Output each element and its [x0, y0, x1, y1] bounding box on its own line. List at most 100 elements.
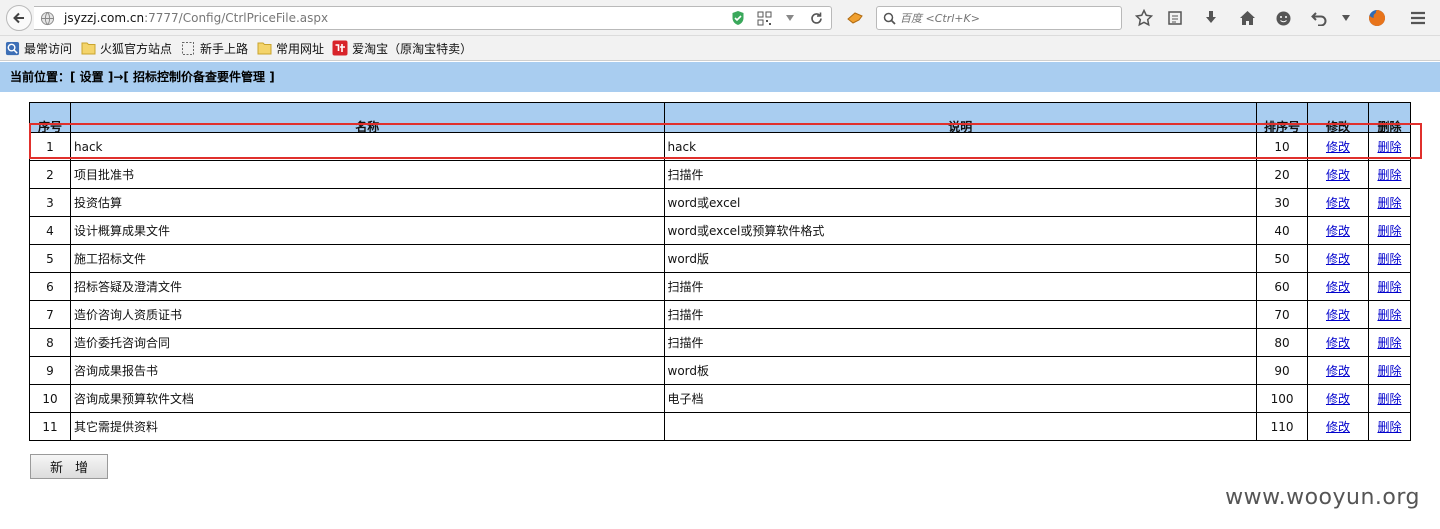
edit-link[interactable]: 修改	[1326, 308, 1350, 322]
delete-link[interactable]: 删除	[1377, 392, 1401, 406]
download-icon[interactable]	[1200, 7, 1222, 29]
cell-desc: 扫描件	[663, 300, 1258, 329]
search-icon	[883, 12, 896, 25]
url-path: :7777/Config/CtrlPriceFile.aspx	[144, 11, 329, 25]
bookmark-star-icon[interactable]	[1133, 7, 1155, 29]
qrcode-icon[interactable]	[755, 9, 773, 27]
delete-link[interactable]: 删除	[1377, 168, 1401, 182]
bookmarks-bar: 最常访问 火狐官方站点 新手上路 常用网址 爱淘宝（原淘宝特卖）	[0, 36, 1440, 61]
delete-link[interactable]: 删除	[1377, 224, 1401, 238]
cell-edit: 修改	[1307, 384, 1369, 413]
table-row: 4 设计概算成果文件 word或excel或预算软件格式 40 修改 删除	[29, 216, 1412, 245]
firefox-icon[interactable]	[1366, 7, 1388, 29]
cell-desc: 扫描件	[663, 160, 1258, 189]
edit-link[interactable]: 修改	[1326, 392, 1350, 406]
bookmark-label: 火狐官方站点	[100, 41, 173, 56]
url-text[interactable]: jsyzzj.com.cn:7777/Config/CtrlPriceFile.…	[64, 11, 328, 25]
bookmark-item[interactable]: 新手上路	[180, 40, 248, 57]
table-row: 10 咨询成果预算软件文档 电子档 100 修改 删除	[29, 384, 1412, 413]
globe-icon	[4, 40, 20, 56]
shield-icon[interactable]	[729, 9, 747, 27]
reading-list-icon[interactable]	[1164, 7, 1186, 29]
bookmark-item[interactable]: 爱淘宝（原淘宝特卖）	[332, 40, 472, 57]
cell-no: 9	[29, 356, 71, 385]
bookmark-item[interactable]: 火狐官方站点	[80, 40, 172, 57]
cell-delete: 删除	[1367, 384, 1412, 413]
delete-link[interactable]: 删除	[1377, 308, 1401, 322]
cell-sort: 100	[1256, 384, 1309, 413]
delete-link[interactable]: 删除	[1377, 364, 1401, 378]
delete-link[interactable]: 删除	[1377, 140, 1401, 154]
delete-link[interactable]: 删除	[1377, 252, 1401, 266]
cell-delete: 删除	[1367, 188, 1412, 217]
delete-link[interactable]: 删除	[1377, 420, 1401, 434]
bookmark-label: 新手上路	[200, 41, 249, 56]
delete-link[interactable]: 删除	[1377, 280, 1401, 294]
chat-icon[interactable]	[1272, 7, 1294, 29]
table-row: 6 招标答疑及澄清文件 扫描件 60 修改 删除	[29, 272, 1412, 301]
cell-name: 造价咨询人资质证书	[69, 300, 665, 329]
cell-desc: 扫描件	[663, 328, 1258, 357]
cell-name: 项目批准书	[69, 160, 665, 189]
header-name: 名称	[69, 102, 665, 133]
bookmark-item[interactable]: 常用网址	[256, 40, 324, 57]
cell-desc: word板	[663, 356, 1258, 385]
cell-delete: 删除	[1367, 412, 1412, 441]
delete-link[interactable]: 删除	[1377, 336, 1401, 350]
edit-link[interactable]: 修改	[1326, 224, 1350, 238]
edit-link[interactable]: 修改	[1326, 280, 1350, 294]
url-host: jsyzzj.com.cn	[64, 11, 145, 25]
dropdown-arrow-icon[interactable]	[781, 9, 799, 27]
table-row: 9 咨询成果报告书 word板 90 修改 删除	[29, 356, 1412, 385]
cell-delete: 删除	[1367, 132, 1412, 161]
cell-edit: 修改	[1307, 188, 1369, 217]
search-input[interactable]	[900, 8, 1100, 28]
cell-edit: 修改	[1307, 244, 1369, 273]
cell-sort: 60	[1256, 272, 1309, 301]
cell-delete: 删除	[1367, 244, 1412, 273]
edit-link[interactable]: 修改	[1326, 140, 1350, 154]
addon-bird-icon[interactable]	[844, 7, 866, 29]
cell-sort: 110	[1256, 412, 1309, 441]
table-row: 2 项目批准书 扫描件 20 修改 删除	[29, 160, 1412, 189]
reload-icon[interactable]	[807, 9, 825, 27]
edit-link[interactable]: 修改	[1326, 336, 1350, 350]
edit-link[interactable]: 修改	[1326, 252, 1350, 266]
cell-name: 设计概算成果文件	[69, 216, 665, 245]
cell-desc: hack	[663, 132, 1258, 161]
cell-delete: 删除	[1367, 300, 1412, 329]
cell-desc: 电子档	[663, 384, 1258, 413]
folder-icon	[80, 40, 96, 56]
edit-link[interactable]: 修改	[1326, 364, 1350, 378]
cell-desc: word或excel或预算软件格式	[663, 216, 1258, 245]
cell-sort: 90	[1256, 356, 1309, 385]
cell-delete: 删除	[1367, 328, 1412, 357]
menu-hamburger-icon[interactable]	[1407, 7, 1429, 29]
cell-sort: 30	[1256, 188, 1309, 217]
edit-link[interactable]: 修改	[1326, 196, 1350, 210]
cell-sort: 40	[1256, 216, 1309, 245]
table-row: 1 hack hack 10 修改 删除	[29, 132, 1412, 161]
cell-sort: 20	[1256, 160, 1309, 189]
delete-link[interactable]: 删除	[1377, 196, 1401, 210]
bookmark-label: 爱淘宝（原淘宝特卖）	[352, 41, 473, 56]
edit-link[interactable]: 修改	[1326, 168, 1350, 182]
table-row: 5 施工招标文件 word版 50 修改 删除	[29, 244, 1412, 273]
edit-link[interactable]: 修改	[1326, 420, 1350, 434]
cell-no: 4	[29, 216, 71, 245]
cell-name: 招标答疑及澄清文件	[69, 272, 665, 301]
header-edit: 修改	[1307, 102, 1369, 133]
bookmark-item[interactable]: 最常访问	[4, 40, 72, 57]
cell-desc: word或excel	[663, 188, 1258, 217]
back-button[interactable]	[6, 5, 32, 31]
cell-name: 投资估算	[69, 188, 665, 217]
cell-name: 咨询成果报告书	[69, 356, 665, 385]
url-bar[interactable]: jsyzzj.com.cn:7777/Config/CtrlPriceFile.…	[34, 6, 832, 30]
add-button[interactable]: 新增	[30, 454, 108, 479]
cell-sort: 80	[1256, 328, 1309, 357]
cell-no: 10	[29, 384, 71, 413]
home-icon[interactable]	[1236, 7, 1258, 29]
undo-icon[interactable]	[1308, 7, 1330, 29]
search-box[interactable]	[876, 6, 1122, 30]
undo-dropdown-icon[interactable]	[1335, 7, 1357, 29]
